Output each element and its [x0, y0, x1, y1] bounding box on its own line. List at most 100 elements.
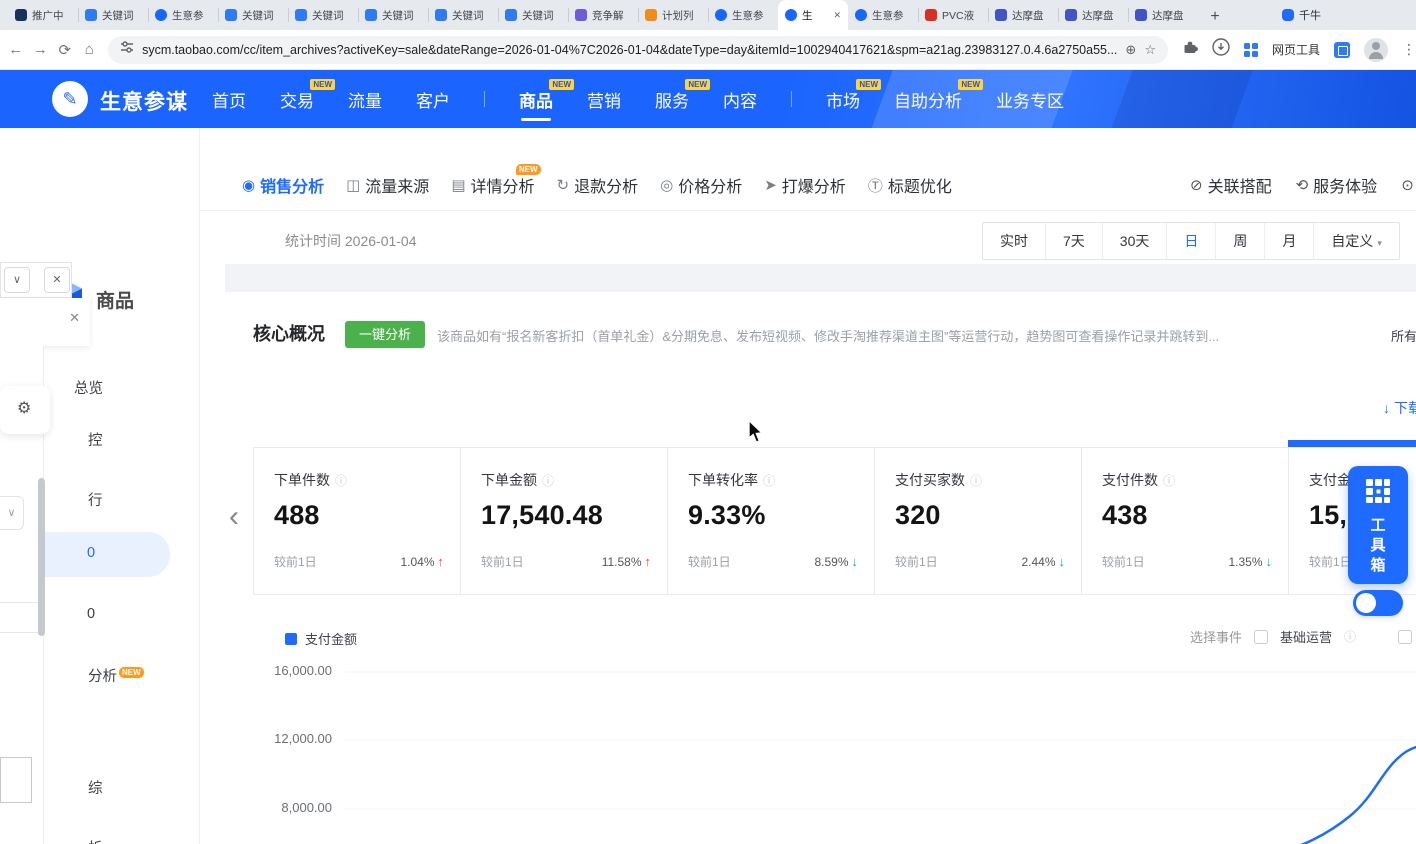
forward-icon[interactable]: →	[32, 41, 50, 58]
pinned-qianniu-shortcut[interactable]: 千牛	[1282, 0, 1321, 30]
nav-trade[interactable]: 交易NEW	[280, 87, 314, 112]
web-tools-panel-icon[interactable]	[1334, 42, 1350, 58]
metric-card-order-items[interactable]: 下单件数ⓘ 488 较前1日1.04%↑	[254, 448, 461, 594]
truncated-right-link[interactable]: 所有	[1391, 326, 1416, 345]
tab-detail-analysis[interactable]: ▤详情分析NEW	[451, 173, 534, 197]
download-circle-icon[interactable]	[1212, 38, 1230, 61]
range-7d[interactable]: 7天	[1045, 223, 1102, 259]
info-icon[interactable]: ⓘ	[1163, 472, 1175, 489]
panel-scrollbar[interactable]	[38, 478, 45, 636]
nav-product-active[interactable]: 商品NEW	[519, 87, 553, 112]
nav-market[interactable]: 市场NEW	[826, 87, 860, 112]
web-tools-grid-icon[interactable]	[1244, 43, 1258, 57]
bookmark-star-icon[interactable]: ☆	[1144, 42, 1156, 58]
toolbox-toggle-switch[interactable]	[1353, 590, 1403, 616]
tab-refund-analysis[interactable]: ↻退款分析	[557, 173, 639, 197]
info-icon[interactable]: ⓘ	[1344, 628, 1356, 645]
metric-card-paid-items[interactable]: 支付件数ⓘ 438 较前1日1.35%↓	[1082, 448, 1289, 594]
address-bar[interactable]: sycm.taobao.com/cc/item_archives?activeK…	[108, 36, 1168, 64]
nav-customer[interactable]: 客户	[416, 87, 450, 112]
sidebar-item-fragment[interactable]: 析	[88, 837, 103, 844]
chart-legend: 支付金额	[285, 629, 357, 648]
browser-tab[interactable]: 竞争解	[568, 0, 638, 30]
browser-tab[interactable]: 生意参	[148, 0, 218, 30]
browser-tab-active[interactable]: 生✕	[778, 0, 848, 30]
browser-tab[interactable]: PVC液	[918, 0, 988, 30]
sidebar-item-fragment[interactable]: 综	[88, 777, 103, 798]
browser-tab[interactable]: 关键词	[358, 0, 428, 30]
gear-icon[interactable]: ⚙	[17, 398, 31, 418]
zoom-icon[interactable]: ⊕	[1125, 42, 1136, 58]
cards-prev-chevron[interactable]: ‹	[229, 500, 239, 534]
sidebar-item-fragment[interactable]: 控	[88, 429, 103, 450]
tab-close-icon[interactable]: ✕	[833, 10, 841, 21]
metric-card-conversion-rate[interactable]: 下单转化率ⓘ 9.33% 较前1日8.59%↓	[668, 448, 875, 594]
browser-tab[interactable]: 计划列	[638, 0, 708, 30]
sycm-logo-icon[interactable]: ✎	[52, 81, 88, 117]
new-tab-button[interactable]: +	[1202, 4, 1228, 30]
range-month[interactable]: 月	[1264, 223, 1313, 259]
sidebar-item-fragment[interactable]: 行	[88, 489, 103, 510]
nav-content[interactable]: 内容	[723, 87, 757, 112]
profile-avatar[interactable]	[1364, 38, 1388, 62]
range-30d[interactable]: 30天	[1102, 223, 1167, 259]
link-related-match[interactable]: ⊘关联搭配	[1190, 173, 1272, 197]
browser-tab[interactable]: 达摩盘	[1128, 0, 1198, 30]
browser-tab[interactable]: 关键词	[218, 0, 288, 30]
metric-card-order-amount[interactable]: 下单金额ⓘ 17,540.48 较前1日11.58%↑	[461, 448, 668, 594]
browser-tab[interactable]: 关键词	[498, 0, 568, 30]
close-icon[interactable]: ✕	[69, 310, 80, 326]
collapse-button[interactable]: ∨	[4, 267, 30, 293]
refresh-icon[interactable]: ⟳	[56, 41, 74, 59]
one-click-analysis-button[interactable]: 一键分析	[345, 321, 425, 348]
partial-link-icon[interactable]: ⊙	[1401, 176, 1414, 194]
info-icon[interactable]: ⓘ	[335, 472, 347, 489]
browser-tab[interactable]: 生意参	[708, 0, 778, 30]
toolbox-floating-widget[interactable]: 工具箱	[1348, 466, 1408, 584]
tab-hot-analysis[interactable]: ➤打爆分析	[764, 173, 846, 197]
tab-price-analysis[interactable]: ◎价格分析	[660, 173, 742, 197]
basic-operation-checkbox[interactable]	[1254, 630, 1268, 644]
web-tools-label[interactable]: 网页工具	[1272, 41, 1320, 58]
sidebar-item-fragment[interactable]: 分析NEW	[88, 665, 144, 686]
nav-traffic[interactable]: 流量	[348, 87, 382, 112]
range-custom[interactable]: 自定义▾	[1313, 223, 1399, 259]
browser-menu-icon[interactable]: ⋮	[1402, 41, 1416, 58]
brand-title[interactable]: 生意参谋	[100, 86, 188, 116]
panel-expand-chevron[interactable]: ∨	[0, 496, 24, 530]
link-service-experience[interactable]: ⟲服务体验	[1296, 173, 1378, 197]
browser-tab[interactable]: 生意参	[848, 0, 918, 30]
nav-self-analysis[interactable]: 自助分析NEW	[894, 87, 962, 112]
range-week[interactable]: 周	[1215, 223, 1264, 259]
close-button[interactable]: ✕	[44, 267, 70, 293]
tab-traffic-source[interactable]: ◫流量来源	[346, 173, 429, 197]
site-settings-tune-icon[interactable]	[120, 40, 134, 59]
nav-marketing[interactable]: 营销	[587, 87, 621, 112]
browser-tab[interactable]: 达摩盘	[1058, 0, 1128, 30]
range-realtime[interactable]: 实时	[983, 223, 1045, 259]
nav-home[interactable]: 首页	[212, 87, 246, 112]
browser-tab[interactable]: 关键词	[78, 0, 148, 30]
range-day-active[interactable]: 日	[1166, 223, 1215, 259]
sidebar-item-fragment[interactable]: 0	[87, 606, 95, 622]
back-icon[interactable]: ←	[7, 41, 25, 58]
info-icon[interactable]: ⓘ	[542, 472, 554, 489]
tab-sales-analysis[interactable]: ◉销售分析	[242, 173, 324, 197]
main-nav: 首页 交易NEW 流量 客户 商品NEW 营销 服务NEW 内容 市场NEW 自…	[212, 70, 1064, 128]
browser-tab[interactable]: 推广中	[8, 0, 78, 30]
home-icon[interactable]: ⌂	[81, 41, 99, 58]
info-icon[interactable]: ⓘ	[970, 472, 982, 489]
sidebar-item-overview[interactable]: 总览	[74, 377, 103, 398]
metric-card-paying-buyers[interactable]: 支付买家数ⓘ 320 较前1日2.44%↓	[875, 448, 1082, 594]
tab-title-optimization[interactable]: Ⓣ标题优化	[868, 173, 952, 197]
browser-tab[interactable]: 关键词	[288, 0, 358, 30]
nav-service[interactable]: 服务NEW	[655, 87, 689, 112]
browser-tab[interactable]: 关键词	[428, 0, 498, 30]
nav-business-zone[interactable]: 业务专区	[996, 87, 1064, 112]
info-icon[interactable]: ⓘ	[763, 472, 775, 489]
download-link[interactable]: ↓ 下载	[1383, 398, 1416, 418]
second-checkbox-partial[interactable]	[1398, 630, 1412, 644]
url-text[interactable]: sycm.taobao.com/cc/item_archives?activeK…	[142, 43, 1117, 57]
extensions-puzzle-icon[interactable]	[1182, 39, 1198, 60]
browser-tab[interactable]: 达摩盘	[988, 0, 1058, 30]
